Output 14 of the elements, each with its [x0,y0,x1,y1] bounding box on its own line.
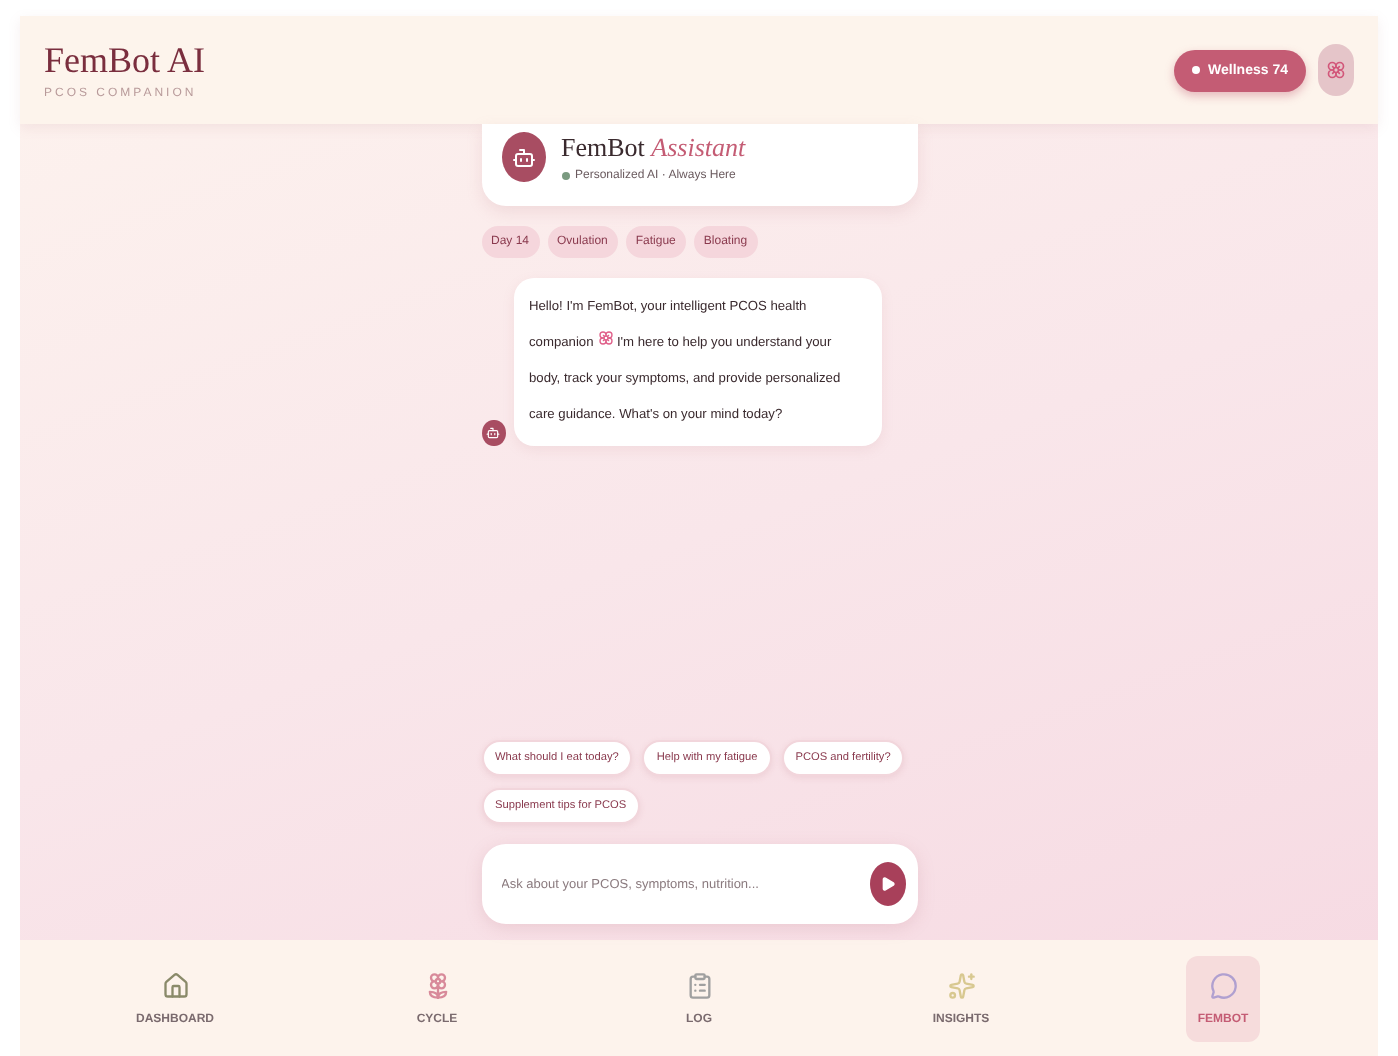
send-button[interactable] [869,862,905,906]
robot-icon [501,132,545,183]
bubble-icon [1209,971,1237,999]
status-dot [561,172,569,181]
house-icon [161,971,189,999]
clipboard-icon [685,971,713,999]
profile-avatar[interactable] [1318,44,1354,96]
play-icon [879,876,895,892]
flower-icon [423,971,451,999]
flower-icon [597,330,614,347]
robot-icon [481,419,505,447]
assistant-name: FemBot Assistant [561,132,746,165]
app-title: FemBot AI [44,40,206,82]
sparkles-icon [947,971,975,999]
